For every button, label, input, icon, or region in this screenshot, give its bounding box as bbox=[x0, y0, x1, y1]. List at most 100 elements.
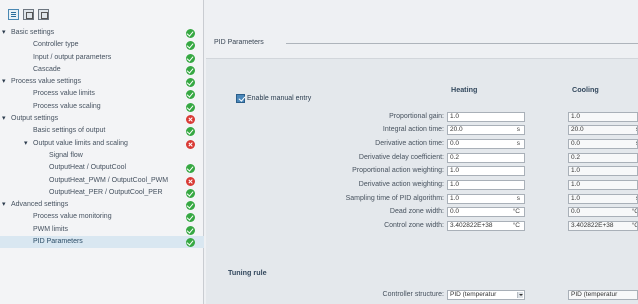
status-ok-icon bbox=[186, 127, 195, 137]
status-ok-icon bbox=[186, 65, 195, 75]
nav-item-label: Basic settings bbox=[11, 29, 55, 36]
section-title: PID Parameters bbox=[214, 39, 264, 46]
manual-entry-label: Enable manual entry bbox=[247, 94, 312, 102]
status-error-icon bbox=[186, 139, 195, 149]
cooling-value-input[interactable]: 1.0 bbox=[568, 180, 638, 190]
parameter-label: Derivative action time: bbox=[375, 139, 444, 147]
parameter-label: Dead zone width: bbox=[389, 208, 444, 216]
content-area: PID Parameters Heating Cooling Enable ma… bbox=[206, 0, 638, 304]
nav-item-label: Process value settings bbox=[11, 78, 82, 86]
nav-item-label: Output settings bbox=[11, 115, 59, 123]
cooling-controller-structure-value: PID (temperatur bbox=[571, 291, 618, 298]
status-ok-icon bbox=[186, 41, 195, 51]
status-ok-icon bbox=[186, 78, 195, 88]
heating-value-input[interactable]: 0.0 °C bbox=[447, 207, 525, 218]
nav-item[interactable]: OutputHeat / OutputCool bbox=[0, 162, 204, 174]
manual-entry-checkbox[interactable] bbox=[236, 93, 245, 103]
nav-item-label: OutputHeat_PWM / OutputCool_PWM bbox=[49, 176, 169, 184]
status-ok-icon bbox=[186, 164, 195, 174]
nav-item-label: Controller type bbox=[33, 41, 79, 49]
nav-item-label: Output value limits and scaling bbox=[33, 139, 128, 147]
heating-value-input[interactable]: 1.0 bbox=[447, 166, 525, 177]
tree-view-icon[interactable] bbox=[8, 8, 19, 20]
nav-item[interactable]: Input / output parameters bbox=[0, 52, 204, 64]
nav-item[interactable]: ▾ Process value settings bbox=[0, 76, 204, 88]
nav-item[interactable]: Process value scaling bbox=[0, 101, 204, 113]
heating-value-input[interactable]: 0.0 s bbox=[447, 138, 525, 149]
expand-arrow-icon[interactable]: ▾ bbox=[2, 76, 6, 88]
nav-item-label: PID Parameters bbox=[33, 238, 83, 246]
nav-item[interactable]: OutputHeat_PWM / OutputCool_PWM bbox=[0, 175, 204, 187]
nav-item-label: Advanced settings bbox=[11, 201, 69, 209]
cooling-value-input[interactable]: 1.0 bbox=[568, 111, 638, 122]
nav-item[interactable]: ▾ Output settings bbox=[0, 113, 204, 125]
status-ok-icon bbox=[186, 213, 195, 223]
expand-arrow-icon[interactable]: ▾ bbox=[2, 113, 6, 125]
expand-arrow-icon[interactable]: ▾ bbox=[2, 199, 6, 211]
cooling-value-input[interactable]: 20.0s bbox=[568, 125, 638, 136]
parameter-label: Proportional gain: bbox=[389, 112, 444, 120]
grid-view-alt-icon[interactable] bbox=[38, 8, 49, 20]
dropdown-arrow-icon[interactable] bbox=[517, 292, 523, 298]
nav-item-label: Process value scaling bbox=[33, 102, 101, 110]
heating-unit: s bbox=[516, 139, 520, 147]
nav-item[interactable]: ▾ Advanced settings bbox=[0, 199, 204, 211]
parameter-row: Sampling time of PID algorithm:1.0s1.0s bbox=[206, 193, 638, 205]
expand-arrow-icon[interactable]: ▾ bbox=[24, 138, 28, 150]
heating-value: 0.0 bbox=[450, 139, 460, 147]
cooling-value-input[interactable]: 1.0 bbox=[568, 166, 638, 177]
settings-tree: ▾ Basic settings Controller type Input / ou… bbox=[0, 27, 204, 249]
parameter-label: Derivative delay coefficient: bbox=[358, 153, 444, 161]
expand-arrow-icon[interactable]: ▾ bbox=[2, 27, 6, 39]
nav-item[interactable]: Process value limits bbox=[0, 88, 204, 100]
parameter-row: Proportional gain: 1.0 1.0 bbox=[206, 111, 638, 123]
cooling-unit: °C bbox=[631, 222, 637, 230]
status-ok-icon bbox=[186, 188, 195, 198]
nav-item[interactable]: Signal flow bbox=[0, 150, 204, 162]
heating-unit: s bbox=[516, 194, 520, 202]
heating-column-header: Heating bbox=[451, 85, 478, 94]
heating-controller-structure-select[interactable]: PID (temperatur bbox=[447, 290, 525, 300]
manual-entry-option[interactable]: Enable manual entry bbox=[236, 93, 311, 103]
parameter-label: Control zone width: bbox=[384, 222, 444, 230]
status-error-icon bbox=[186, 115, 195, 125]
cooling-value-input[interactable]: 1.0s bbox=[568, 193, 638, 204]
heating-value: 1.0 bbox=[450, 167, 460, 175]
nav-item-label: Cascade bbox=[33, 65, 61, 73]
nav-item[interactable]: Cascade bbox=[0, 64, 204, 76]
heating-value: 0.0 bbox=[450, 208, 460, 216]
parameter-label: Proportional action weighting: bbox=[352, 167, 444, 175]
cooling-value: 3.402822E+38 bbox=[571, 222, 614, 230]
cooling-controller-structure-select[interactable]: PID (temperatur bbox=[568, 290, 638, 300]
nav-item[interactable]: OutputHeat_PER / OutputCool_PER bbox=[0, 187, 204, 199]
heating-value-input[interactable]: 3.402822E+38 °C bbox=[447, 221, 525, 232]
heating-unit: s bbox=[516, 126, 520, 134]
cooling-value: 1.0 bbox=[571, 167, 581, 175]
cooling-value: 1.0 bbox=[571, 181, 581, 188]
cooling-value-input[interactable]: 0.0s bbox=[568, 138, 638, 149]
cooling-value: 0.0 bbox=[571, 208, 581, 216]
heating-value: 1.0 bbox=[450, 194, 460, 202]
cooling-column-header: Cooling bbox=[572, 85, 599, 94]
nav-item[interactable]: Basic settings of output bbox=[0, 125, 204, 137]
heating-value-input[interactable]: 20.0 s bbox=[447, 125, 525, 136]
cooling-value: 0.0 bbox=[571, 139, 581, 147]
cooling-value-input[interactable]: 0.0 °C bbox=[568, 207, 638, 218]
heating-value-input[interactable]: 0.2 bbox=[447, 152, 525, 163]
nav-item[interactable]: PWM limits bbox=[0, 224, 204, 236]
nav-item[interactable]: ▾ Output value limits and scaling bbox=[0, 138, 204, 150]
heating-value-input[interactable]: 1.0 s bbox=[447, 193, 525, 204]
nav-item-label: Process value monitoring bbox=[33, 213, 112, 221]
cooling-unit: °C bbox=[631, 208, 637, 216]
cooling-value-input[interactable]: 3.402822E+38 °C bbox=[568, 221, 638, 232]
heating-value-input[interactable]: 1.0 bbox=[447, 180, 525, 190]
heating-value-input[interactable]: 1.0 bbox=[447, 111, 525, 122]
cooling-value-input[interactable]: 0.2 bbox=[568, 152, 638, 163]
nav-item[interactable]: PID Parameters bbox=[0, 236, 204, 249]
nav-item[interactable]: Process value monitoring bbox=[0, 211, 204, 223]
nav-item[interactable]: Controller type bbox=[0, 39, 204, 51]
nav-item[interactable]: ▾ Basic settings bbox=[0, 27, 204, 39]
status-ok-icon bbox=[186, 238, 195, 248]
status-error-icon bbox=[186, 176, 195, 186]
grid-view-icon[interactable] bbox=[23, 8, 34, 20]
